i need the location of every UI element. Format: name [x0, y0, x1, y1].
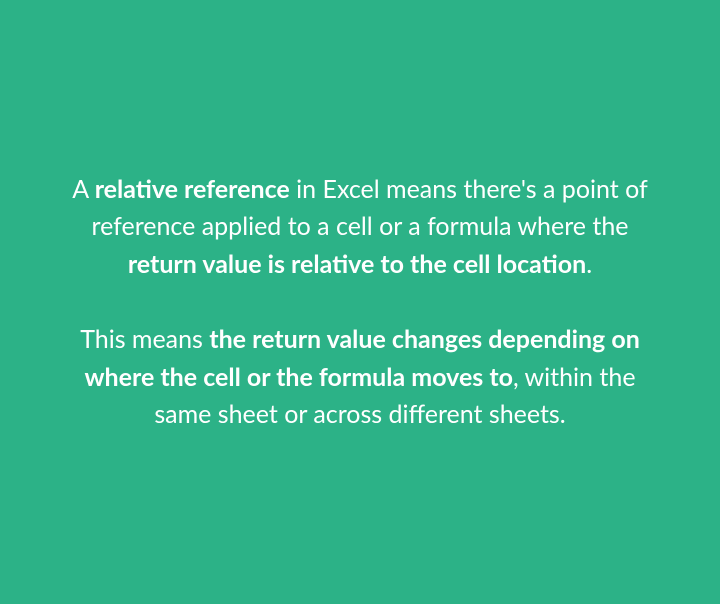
- definition-paragraph-2: This means the return value changes depe…: [70, 321, 650, 434]
- definition-paragraph-1: A relative reference in Excel means ther…: [70, 171, 650, 284]
- bold-phrase: return value is relative to the cell loc…: [128, 249, 586, 279]
- text-segment: .: [586, 249, 592, 279]
- text-segment: A: [72, 174, 95, 204]
- text-segment: This means: [80, 324, 209, 354]
- bold-term: relative reference: [95, 174, 290, 204]
